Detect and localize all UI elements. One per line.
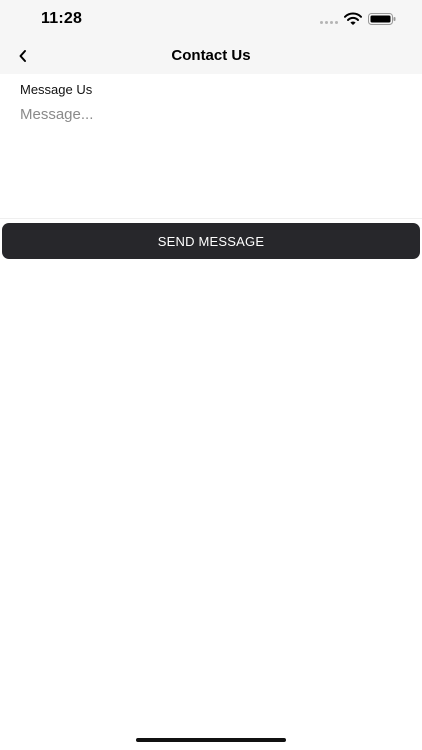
navigation-bar: Contact Us (0, 38, 422, 74)
wifi-icon (344, 12, 362, 25)
status-bar: 11:28 (0, 0, 422, 38)
status-time: 11:28 (41, 10, 83, 27)
divider (0, 218, 422, 219)
signal-icon (320, 21, 338, 24)
message-label: Message Us (20, 82, 93, 97)
message-input[interactable] (14, 102, 408, 212)
page-title: Contact Us (171, 47, 251, 64)
home-indicator (136, 738, 286, 742)
battery-icon (368, 13, 396, 25)
send-message-button[interactable]: SEND MESSAGE (2, 223, 420, 259)
